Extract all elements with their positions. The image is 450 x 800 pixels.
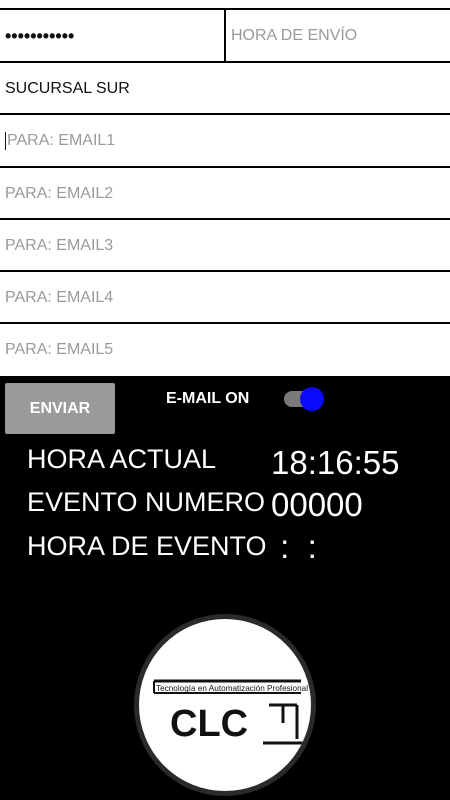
clc-logo: Tecnología en Automatización Profesional… [134, 614, 316, 796]
email4-field[interactable]: PARA: EMAIL4 [0, 272, 450, 323]
current-time-label: HORA ACTUAL [27, 444, 217, 474]
email2-field[interactable]: PARA: EMAIL2 [0, 168, 450, 219]
toggle-thumb [300, 387, 324, 411]
text-cursor [5, 131, 6, 150]
current-time-value: 18:16:55 [271, 444, 400, 481]
email-toggle-switch[interactable] [284, 386, 326, 412]
event-time-value: : : [271, 528, 317, 565]
email-settings-form: ••••••••••• HORA DE ENVÍO SUCURSAL SUR P… [0, 0, 450, 376]
email1-placeholder: PARA: EMAIL1 [7, 131, 116, 149]
email4-placeholder: PARA: EMAIL4 [5, 288, 114, 306]
email1-row: PARA: EMAIL1 [0, 113, 450, 166]
email-toggle-label: E-MAIL ON [166, 390, 250, 407]
email1-field[interactable]: PARA: EMAIL1 [0, 115, 450, 166]
credentials-row: ••••••••••• HORA DE ENVÍO [0, 8, 450, 62]
logo-graphic: Tecnología en Automatización Profesional… [153, 679, 308, 745]
event-time-label: HORA DE EVENTO [27, 531, 267, 561]
send-button-label: ENVIAR [29, 399, 91, 417]
branch-row: SUCURSAL SUR [0, 61, 450, 114]
password-field[interactable]: ••••••••••• [0, 10, 224, 62]
send-button[interactable]: ENVIAR [5, 383, 115, 434]
send-time-placeholder: HORA DE ENVÍO [231, 27, 358, 44]
branch-value: SUCURSAL SUR [5, 79, 130, 97]
email5-field[interactable]: PARA: EMAIL5 [0, 324, 450, 376]
email2-placeholder: PARA: EMAIL2 [5, 184, 114, 202]
logo-brand: CLC [170, 703, 248, 745]
email5-placeholder: PARA: EMAIL5 [5, 341, 114, 358]
password-value: ••••••••••• [5, 25, 75, 46]
email3-row: PARA: EMAIL3 [0, 218, 450, 271]
event-number-value: 00000 [271, 486, 363, 523]
event-number-label: EVENTO NUMERO [27, 487, 266, 517]
branch-field[interactable]: SUCURSAL SUR [0, 63, 450, 114]
send-time-field[interactable]: HORA DE ENVÍO [226, 10, 450, 62]
email2-row: PARA: EMAIL2 [0, 166, 450, 219]
email5-row: PARA: EMAIL5 [0, 322, 450, 376]
email3-field[interactable]: PARA: EMAIL3 [0, 220, 450, 271]
email3-placeholder: PARA: EMAIL3 [5, 236, 114, 254]
logo-tagline: Tecnología en Automatización Profesional [156, 684, 308, 693]
email4-row: PARA: EMAIL4 [0, 270, 450, 323]
